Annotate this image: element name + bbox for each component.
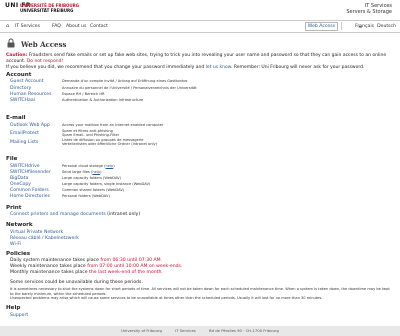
guest-account-desc: Demande d'un compte invité / Antrag auf … (62, 79, 188, 83)
policy-unavailable: Some services could be unavailable durin… (10, 280, 143, 285)
outlook-web-app-desc: Access your mailbox from an Internet ena… (62, 123, 164, 127)
guest-account-link[interactable]: Guest Account (10, 79, 44, 84)
connect-printers-link[interactable]: Connect printers and manage documents (10, 212, 106, 217)
switchdrive-desc: Personal cloud storage (help) (62, 164, 115, 168)
switchfilesender-desc: Send large files (help) (62, 170, 102, 174)
switchaai-link[interactable]: SWITCHaai (10, 98, 35, 103)
bigdata-link[interactable]: BigData (10, 176, 28, 181)
onecopy-desc: Large capacity folders, single instance … (62, 182, 151, 186)
print-row: Connect printers and manage documents (i… (10, 212, 140, 217)
section-email-heading: E-mail (6, 115, 26, 121)
nav-web-access[interactable]: Web Access (304, 22, 338, 31)
bigdata-desc: Large capacity folders (WebDAV) (62, 176, 122, 180)
header: UNI FR UNIVERSITÉ DE FRIBOURG UNIVERSITÄ… (0, 0, 400, 20)
human-resources-desc: Espace RH / Bereich HR (62, 92, 105, 96)
let-us-know-link[interactable]: let us know (206, 65, 231, 70)
wifi-link[interactable]: Wi-Fi (10, 242, 21, 247)
home-directories-desc: Personal folders (WebDAV) (62, 194, 110, 198)
policy-weekly-time: from 07:00 until 10:00 AM on week-ends. (87, 264, 183, 269)
section-file-heading: File (6, 156, 18, 162)
emailprotect-desc: Spam et filtres anti-phishing Spam Email-… (62, 129, 119, 137)
switchfilesender-help-link[interactable]: help (92, 170, 100, 174)
university-name: UNIVERSITÉ DE FRIBOURG UNIVERSITÄT FREIB… (20, 3, 79, 13)
footer: University of Fribourg IT Services Bd de… (0, 326, 400, 336)
switchdrive-link[interactable]: SWITCHdrive (10, 164, 40, 169)
caution-label: Caution: (6, 53, 28, 58)
section-print-heading: Print (6, 205, 22, 211)
switchfilesender-link[interactable]: SWITCHfilesender (10, 170, 51, 175)
policy-daily-text: Daily system maintenance takes place (10, 258, 101, 263)
navbar: ⌂ IT Services FAQ About us Contact Web A… (0, 20, 400, 33)
page-title: Web Access (21, 40, 67, 49)
common-folders-link[interactable]: Common Folders (10, 188, 49, 193)
policy-unexpected-note: Unexpected problems may arise which will… (10, 296, 323, 300)
section-account-heading: Account (6, 72, 32, 78)
policy-monthly: Monthly maintenance takes place the last… (10, 270, 163, 276)
lang-german[interactable]: Deutsch (377, 24, 396, 29)
caution-notice: Caution: Fraudsters send fake emails or … (6, 53, 391, 71)
mailing-lists-desc-de: Verteilerlisten oder öffentliche Ordner … (62, 142, 158, 147)
section-help-heading: Help (6, 305, 21, 311)
switchfilesender-desc-text: Send large files (62, 170, 90, 174)
nav-contact[interactable]: Contact (90, 24, 108, 29)
footer-it-services[interactable]: IT Services (175, 328, 196, 333)
page: UNI FR UNIVERSITÉ DE FRIBOURG UNIVERSITÄ… (0, 0, 400, 336)
switchdrive-help-link[interactable]: help (106, 164, 114, 168)
vpn-link[interactable]: Virtual Private Network (10, 230, 63, 235)
policy-weekly-text: Weekly maintenance takes place (10, 264, 88, 269)
mailing-lists-link[interactable]: Mailing Lists (10, 140, 38, 145)
caution-text-3: . Remember: Uni Fribourg will never ask … (230, 65, 365, 70)
print-suffix: (intranet only) (105, 212, 141, 217)
policy-monthly-time: the last week-end of the month. (89, 270, 163, 275)
policy-daily-time: from 06:30 until 07:30 AM. (100, 258, 163, 263)
policy-shutdown-note: It is sometimes necessary to shut the sy… (10, 287, 390, 296)
directory-desc: Annuaire du personnel de l'Université / … (62, 86, 197, 90)
caution-warning: Do not respond! (25, 59, 64, 64)
onecopy-link[interactable]: OneCopy (10, 182, 31, 187)
footer-address: Bd de Pérolles 90 · CH-1700 Fribourg (209, 328, 279, 333)
site-title: IT Services Servers & Storage (346, 3, 392, 15)
switchaai-desc: Authentication & Authorization Infrastru… (62, 98, 144, 102)
lock-icon (7, 38, 15, 48)
wired-network-link[interactable]: Réseau câblé / Kabelnetzwerk (10, 236, 79, 241)
nav-about-us[interactable]: About us (66, 24, 86, 29)
support-link[interactable]: Support (10, 313, 28, 318)
nav-faq[interactable]: FAQ (52, 24, 61, 29)
emailprotect-link[interactable]: EmailProtect (10, 131, 39, 136)
university-name-de: UNIVERSITÄT FREIBURG (20, 8, 74, 13)
footer-university[interactable]: University of Fribourg (121, 328, 162, 333)
directory-link[interactable]: Directory (10, 86, 31, 91)
switchdrive-desc-text: Personal cloud storage (62, 164, 103, 168)
home-icon[interactable]: ⌂ (6, 23, 9, 29)
lang-french[interactable]: Français (355, 24, 374, 29)
human-resources-link[interactable]: Human Resources (10, 92, 52, 97)
nav-divider (341, 22, 342, 30)
policy-monthly-text: Monthly maintenance takes place (10, 270, 90, 275)
emailprotect-desc-de: Spam Email- und Phishing-Filter (62, 133, 120, 138)
site-title-line2: Servers & Storage (346, 9, 392, 15)
outlook-web-app-link[interactable]: Outlook Web App (10, 123, 50, 128)
caution-text-2: If you believe you did, we recommend tha… (6, 65, 205, 70)
common-folders-desc: Common shared folders (WebDAV) (62, 188, 125, 192)
home-directories-link[interactable]: Home Directories (10, 194, 50, 199)
section-policies-heading: Policies (6, 251, 31, 257)
nav-it-services[interactable]: IT Services (15, 24, 40, 29)
section-network-heading: Network (6, 222, 33, 228)
mailing-lists-desc: Listes de diffusion ou groupes de messag… (62, 138, 157, 146)
